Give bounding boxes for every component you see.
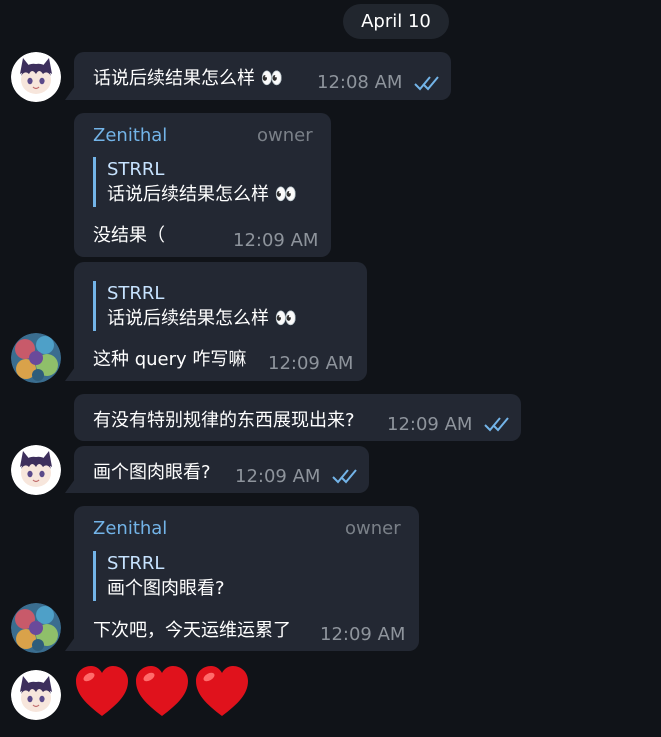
- date-separator: April 10: [343, 4, 449, 39]
- heart-emoji: [136, 666, 188, 716]
- eyes-emoji: 👀: [274, 308, 299, 329]
- avatar-strrl[interactable]: [11, 445, 61, 495]
- avatar-strrl[interactable]: [11, 670, 61, 720]
- reply-author: STRRL: [107, 283, 165, 304]
- reply-text: 话说后续结果怎么样: [107, 308, 269, 329]
- message-text: 有没有特别规律的东西展现出来?: [93, 410, 355, 431]
- avatar-strrl[interactable]: [11, 52, 61, 102]
- message-bubble[interactable]: Zenithal owner STRRL 话说后续结果怎么样 👀 没结果（ 12…: [74, 113, 331, 257]
- message-bubble[interactable]: STRRL 话说后续结果怎么样 👀 这种 query 咋写嘛 12:09 AM: [74, 262, 367, 381]
- double-check-icon: [332, 469, 357, 484]
- message-bubble[interactable]: Zenithal owner STRRL 画个图肉眼看? 下次吧，今天运维运累了…: [74, 506, 419, 651]
- eyes-emoji: 👀: [274, 184, 299, 205]
- sender-role-badge: owner: [345, 518, 401, 539]
- message-text: 画个图肉眼看?: [93, 462, 211, 483]
- message-text: 话说后续结果怎么样: [93, 68, 255, 89]
- reply-author: STRRL: [107, 553, 165, 574]
- message-time: 12:09 AM: [233, 230, 319, 251]
- reply-quote[interactable]: STRRL 话说后续结果怎么样 👀: [93, 281, 298, 331]
- message-bubble[interactable]: 画个图肉眼看? 12:09 AM: [74, 446, 369, 493]
- reply-text: 画个图肉眼看?: [107, 578, 225, 599]
- message-time: 12:09 AM: [268, 353, 354, 374]
- double-check-icon: [414, 76, 439, 91]
- heart-emoji: [76, 666, 128, 716]
- sender-role-badge: owner: [257, 125, 313, 146]
- double-check-icon: [484, 417, 509, 432]
- eyes-emoji: 👀: [260, 68, 285, 89]
- reply-author: STRRL: [107, 159, 165, 180]
- message-text: 下次吧，今天运维运累了: [93, 620, 291, 641]
- message-bubble[interactable]: 有没有特别规律的东西展现出来? 12:09 AM: [74, 394, 521, 441]
- message-time: 12:09 AM: [235, 466, 321, 487]
- message-time: 12:09 AM: [320, 624, 406, 645]
- sender-name[interactable]: Zenithal: [93, 125, 167, 146]
- reply-quote[interactable]: STRRL 画个图肉眼看?: [93, 551, 225, 601]
- avatar-zenithal[interactable]: [11, 333, 61, 383]
- avatar-zenithal[interactable]: [11, 603, 61, 653]
- message-time: 12:09 AM: [387, 414, 473, 435]
- reply-quote[interactable]: STRRL 话说后续结果怎么样 👀: [93, 157, 298, 207]
- message-text: 没结果（: [93, 225, 165, 246]
- heart-emoji: [196, 666, 248, 716]
- message-bubble[interactable]: 话说后续结果怎么样 👀 12:08 AM: [74, 52, 451, 100]
- message-time: 12:08 AM: [317, 72, 403, 93]
- reply-text: 话说后续结果怎么样: [107, 184, 269, 205]
- message-text: 这种 query 咋写嘛: [93, 349, 247, 370]
- sender-name[interactable]: Zenithal: [93, 518, 167, 539]
